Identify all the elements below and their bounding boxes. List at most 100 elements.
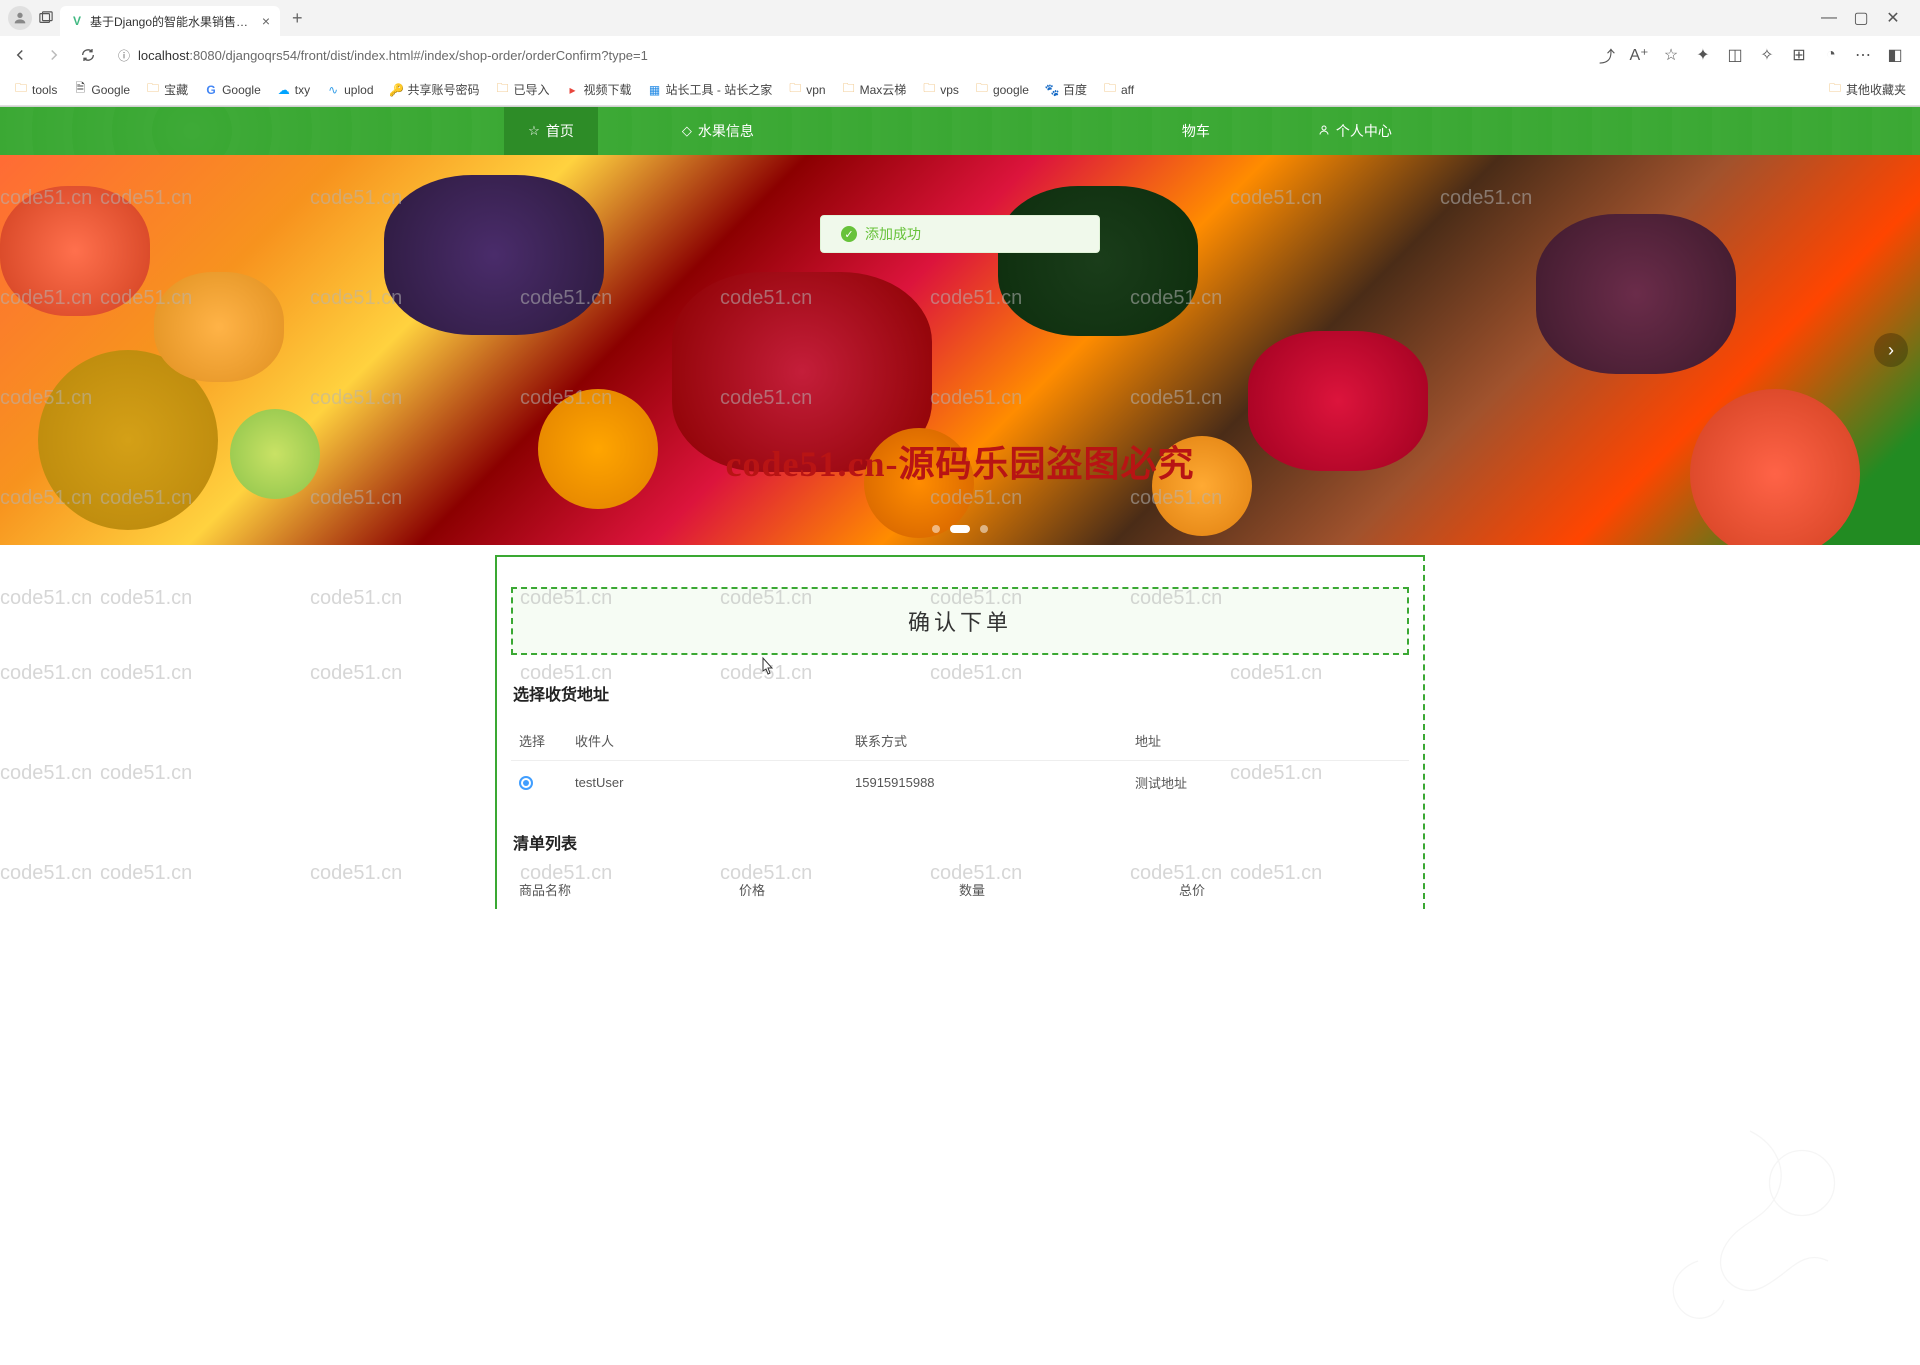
nav-label: 首页: [546, 121, 574, 141]
bookmark-max[interactable]: 🗀Max云梯: [836, 78, 913, 101]
address-header-row: 选择 收件人 联系方式 地址: [511, 721, 1409, 761]
bookmark-treasure[interactable]: 🗀宝藏: [140, 78, 194, 101]
tab-bar: V 基于Django的智能水果销售系统 × + — ▢ ✕: [0, 0, 1920, 36]
bookmark-google[interactable]: 🗎Google: [67, 80, 136, 100]
bookmark-uplod[interactable]: ∿uplod: [320, 80, 379, 100]
list-header-row: 商品名称 价格 数量 总价: [511, 870, 1409, 909]
extensions-icon[interactable]: ⊞: [1790, 46, 1808, 64]
confirm-order-title: 确认下单: [511, 587, 1409, 655]
user-icon: [1318, 124, 1330, 139]
bookmark-imported[interactable]: 🗀已导入: [490, 78, 556, 101]
folder-icon: 🗀: [842, 83, 856, 97]
main-nav: ☆ 首页 ◇ 水果信息 物车 个人中心: [0, 107, 1920, 155]
folder-icon: 🗀: [1828, 83, 1842, 97]
more-icon[interactable]: ⋯: [1854, 46, 1872, 64]
url-path: /djangoqrs54/front/dist/index.html#/inde…: [222, 48, 648, 63]
bookmark-baidu[interactable]: 🐾百度: [1039, 78, 1093, 101]
nav-label: 物车: [1182, 121, 1210, 141]
col-price: 价格: [739, 880, 959, 899]
check-icon: ✓: [841, 226, 857, 242]
folder-icon: 🗀: [14, 83, 28, 97]
order-panel: 确认下单 选择收货地址 选择 收件人 联系方式 地址 testUser 1591…: [495, 555, 1425, 909]
cloud-icon: ☁: [277, 83, 291, 97]
tab-title: 基于Django的智能水果销售系统: [90, 13, 256, 30]
carousel-dot[interactable]: [980, 525, 988, 533]
split-screen-icon[interactable]: ◫: [1726, 46, 1744, 64]
tab-overview-icon[interactable]: [36, 8, 56, 28]
col-total: 总价: [1179, 880, 1401, 899]
new-tab-button[interactable]: +: [284, 8, 311, 29]
carousel-dot[interactable]: [950, 525, 970, 533]
address-value: 测试地址: [1135, 773, 1401, 792]
folder-icon: 🗀: [496, 83, 510, 97]
bookmark-vps[interactable]: 🗀vps: [916, 80, 965, 100]
maximize-button[interactable]: ▢: [1854, 11, 1868, 25]
col-recipient: 收件人: [575, 731, 855, 750]
bookmark-video[interactable]: ▸视频下载: [560, 78, 638, 101]
carousel-banner: code51.cn-源码乐园盗图必究 ›: [0, 155, 1920, 545]
bookmark-google2[interactable]: GGoogle: [198, 80, 267, 100]
address-contact: 15915915988: [855, 775, 1135, 790]
profile-avatar-icon[interactable]: [8, 6, 32, 30]
tab-close-icon[interactable]: ×: [262, 13, 270, 29]
bookmark-vpn[interactable]: 🗀vpn: [782, 80, 831, 100]
site-info-icon[interactable]: ⓘ: [118, 47, 130, 64]
folder-icon: 🗀: [1103, 83, 1117, 97]
diamond-icon: ◇: [682, 123, 692, 139]
bookmark-share[interactable]: 🔑共享账号密码: [384, 78, 486, 101]
toast-message: 添加成功: [865, 224, 921, 244]
floral-bg-icon: [1600, 1105, 1900, 1365]
wave-icon: ∿: [326, 83, 340, 97]
browser-chrome: V 基于Django的智能水果销售系统 × + — ▢ ✕ ⓘ localhos…: [0, 0, 1920, 107]
carousel-dots: [932, 525, 988, 533]
paw-icon: 🐾: [1045, 83, 1059, 97]
col-select: 选择: [519, 731, 575, 750]
list-section-title: 清单列表: [513, 830, 1409, 854]
nav-fruit[interactable]: ◇ 水果信息: [658, 107, 778, 155]
address-table: 选择 收件人 联系方式 地址 testUser 15915915988 测试地址: [511, 721, 1409, 804]
folder-icon: 🗀: [975, 83, 989, 97]
vue-favicon-icon: V: [70, 14, 84, 28]
folder-icon: 🗀: [922, 83, 936, 97]
url-input[interactable]: ⓘ localhost:8080/djangoqrs54/front/dist/…: [110, 43, 1580, 68]
address-radio[interactable]: [519, 776, 533, 790]
collections-icon[interactable]: ✦: [1694, 46, 1712, 64]
bookmark-google3[interactable]: 🗀google: [969, 80, 1035, 100]
bookmark-aff[interactable]: 🗀aff: [1097, 80, 1140, 100]
address-recipient: testUser: [575, 775, 855, 790]
nav-home[interactable]: ☆ 首页: [504, 107, 598, 155]
carousel-next-button[interactable]: ›: [1874, 333, 1908, 367]
banner-watermark-text: code51.cn-源码乐园盗图必究: [726, 435, 1195, 487]
sidebar-icon[interactable]: ◧: [1886, 46, 1904, 64]
close-window-button[interactable]: ✕: [1886, 11, 1900, 25]
col-address: 地址: [1135, 731, 1401, 750]
folder-icon: 🗀: [146, 83, 160, 97]
nav-label: 个人中心: [1336, 121, 1392, 141]
minimize-button[interactable]: —: [1822, 11, 1836, 25]
forward-button[interactable]: [42, 43, 66, 67]
content-area: 确认下单 选择收货地址 选择 收件人 联系方式 地址 testUser 1591…: [0, 545, 1920, 949]
address-bar: ⓘ localhost:8080/djangoqrs54/front/dist/…: [0, 36, 1920, 74]
key-icon: 🔑: [390, 83, 404, 97]
window-controls: — ▢ ✕: [1822, 11, 1912, 25]
bookmark-webmaster[interactable]: ▦站长工具 - 站长之家: [642, 78, 779, 101]
carousel-dot[interactable]: [932, 525, 940, 533]
address-bar-actions: ⤴ A⁺ ☆ ✦ ◫ ✧ ⊞ ◔ ⋯ ◧: [1590, 46, 1912, 64]
bookmark-txy[interactable]: ☁txy: [271, 80, 316, 100]
bookmark-other[interactable]: 🗀其他收藏夹: [1822, 78, 1912, 101]
star-icon: ☆: [528, 123, 540, 139]
video-icon: ▸: [566, 83, 580, 97]
bookmark-tools[interactable]: 🗀tools: [8, 80, 63, 100]
folder-icon: 🗀: [788, 83, 802, 97]
performance-icon[interactable]: ◔: [1822, 46, 1840, 64]
translate-icon[interactable]: ⤴: [1598, 46, 1616, 64]
page-icon: 🗎: [73, 83, 87, 97]
read-aloud-icon[interactable]: A⁺: [1630, 46, 1648, 64]
refresh-button[interactable]: [76, 43, 100, 67]
favorites-list-icon[interactable]: ✧: [1758, 46, 1776, 64]
back-button[interactable]: [8, 43, 32, 67]
nav-profile[interactable]: 个人中心: [1294, 107, 1416, 155]
nav-cart[interactable]: 物车: [1158, 107, 1234, 155]
favorite-icon[interactable]: ☆: [1662, 46, 1680, 64]
browser-tab[interactable]: V 基于Django的智能水果销售系统 ×: [60, 6, 280, 36]
